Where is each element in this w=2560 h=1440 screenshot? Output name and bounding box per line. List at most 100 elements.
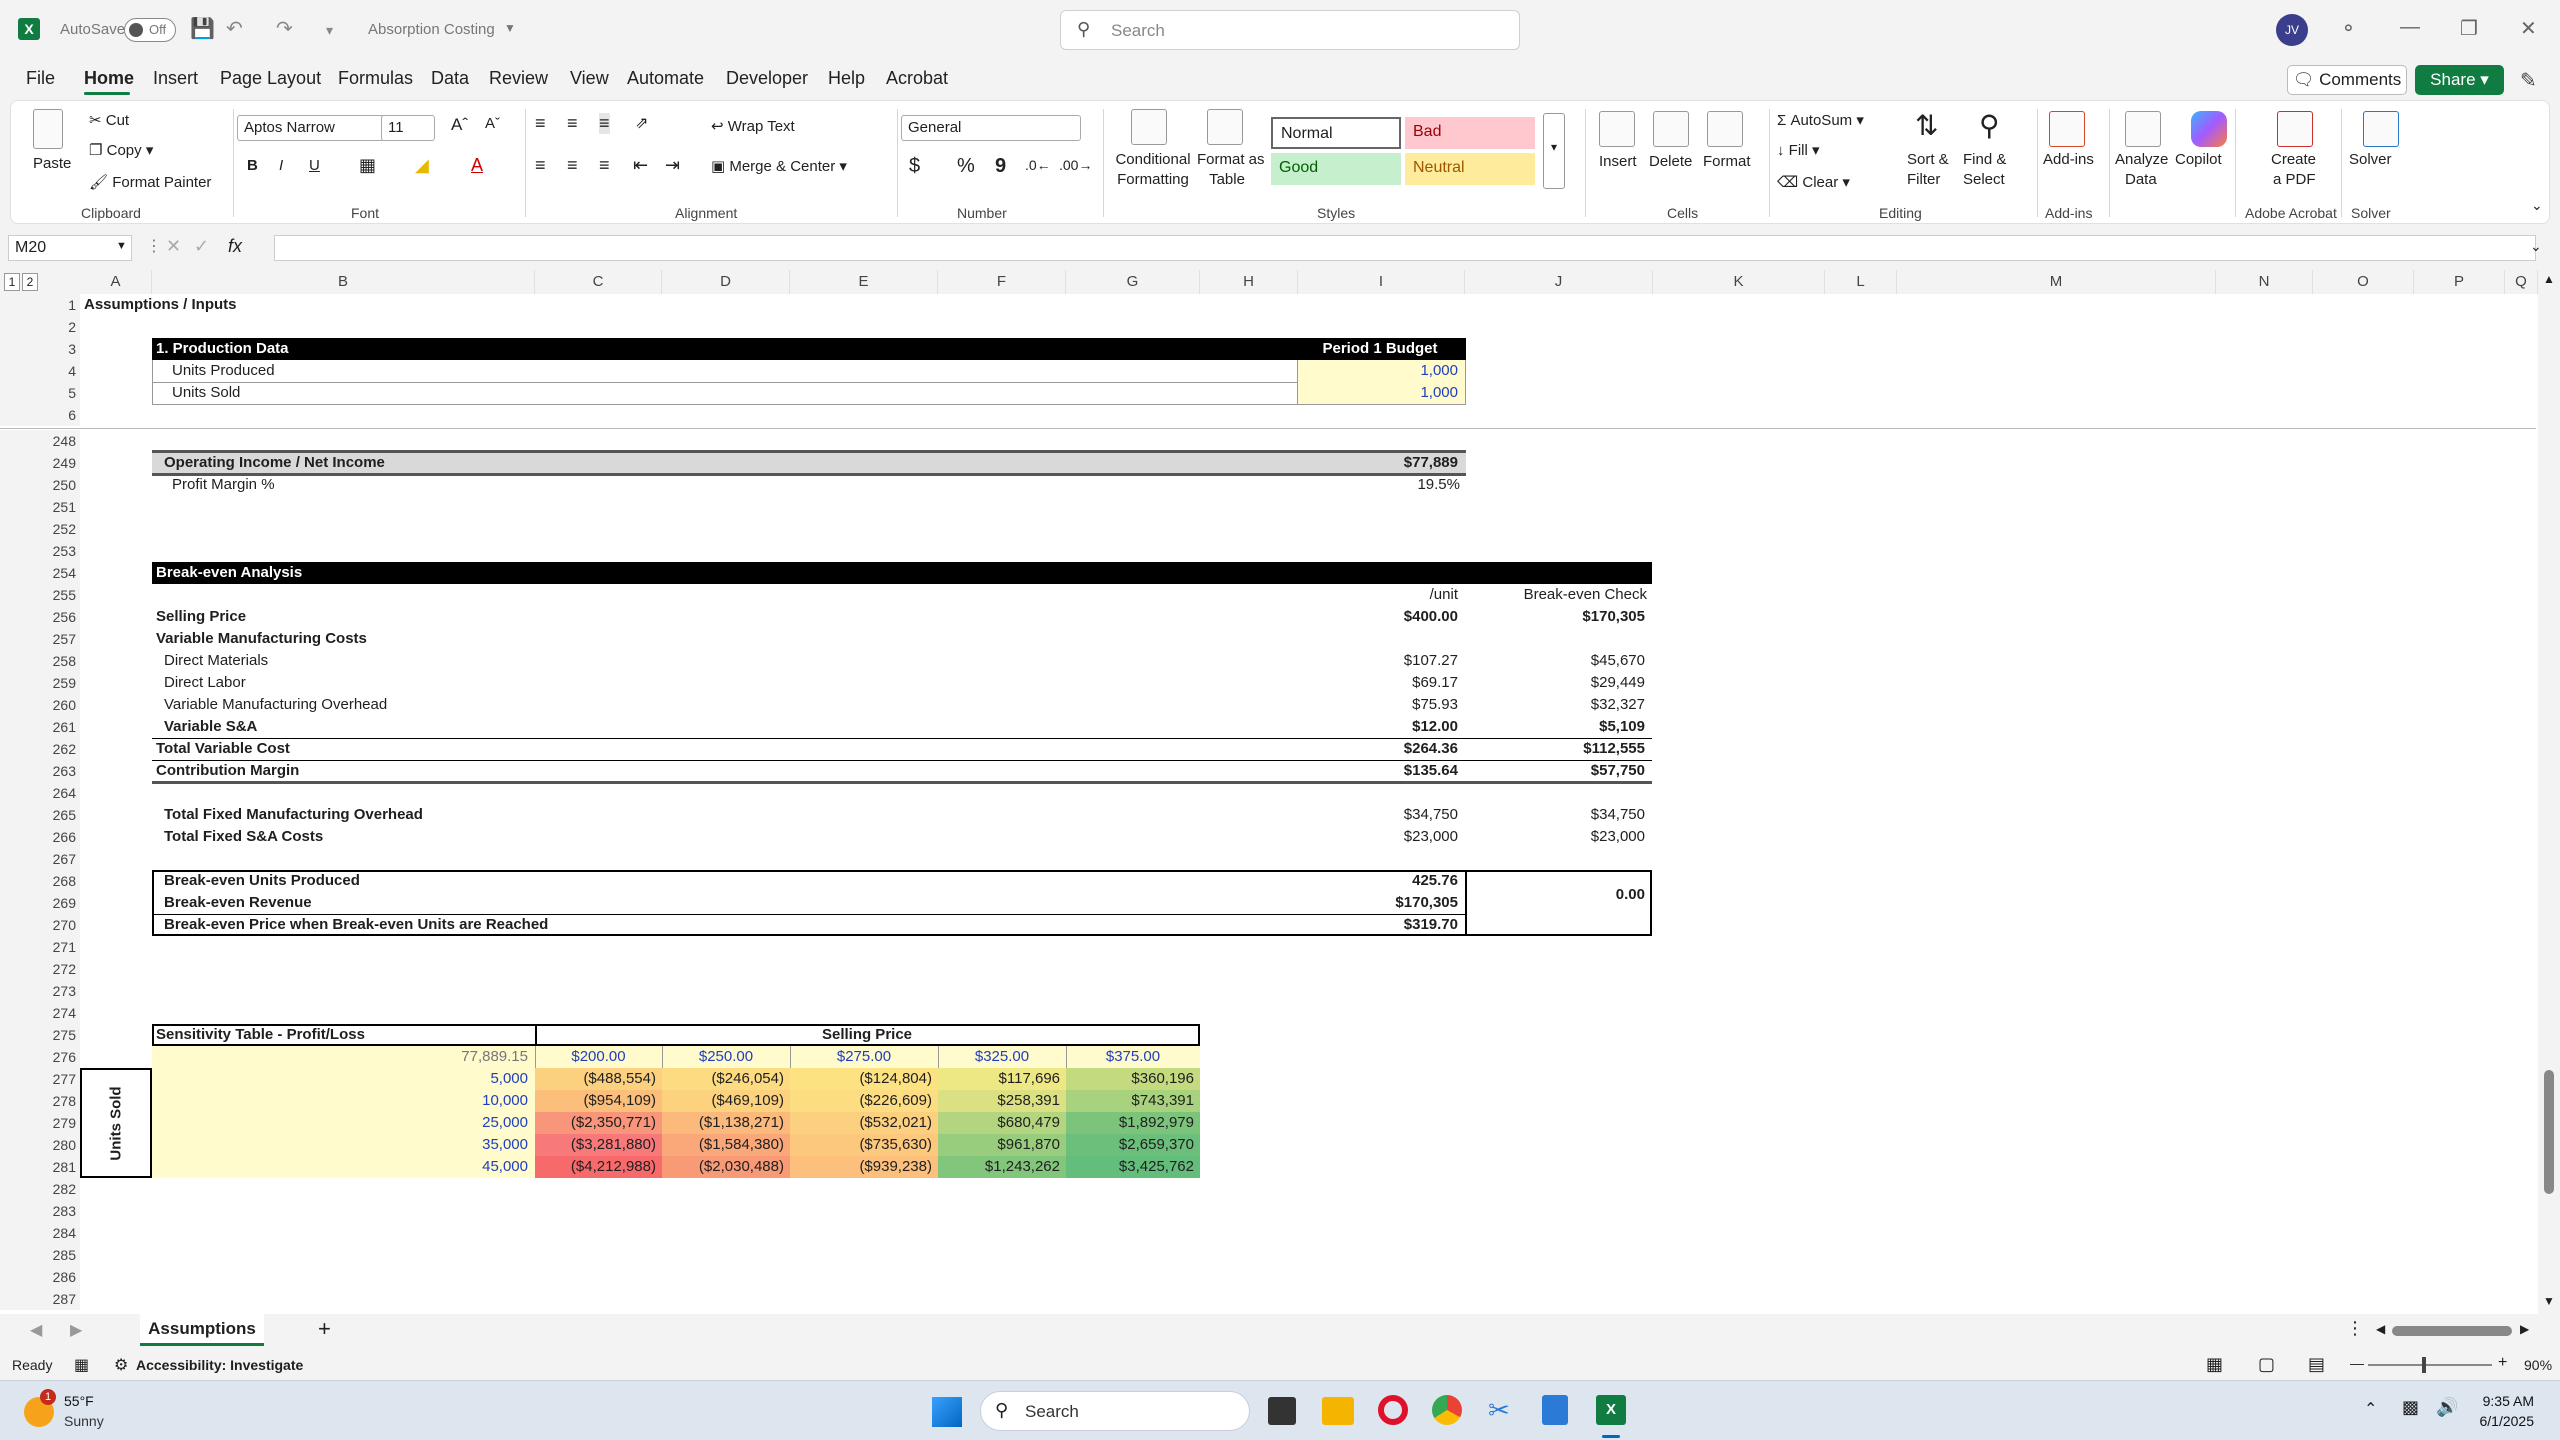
row-header[interactable]: 253 — [0, 540, 80, 562]
column-header-j[interactable]: J — [1465, 270, 1653, 294]
format-as-table-icon[interactable] — [1207, 109, 1243, 145]
breakeven-revenue-label[interactable]: Break-even Revenue — [164, 892, 764, 914]
format-cells-button[interactable]: Format — [1703, 153, 1751, 170]
sheet-tab-assumptions[interactable]: Assumptions — [140, 1314, 264, 1346]
comma-style-button[interactable]: 9 — [995, 155, 1006, 178]
column-header-g[interactable]: G — [1066, 270, 1200, 294]
units-sold-value[interactable]: 35,000 — [152, 1134, 528, 1156]
selling-price-header[interactable]: Selling Price — [537, 1024, 1197, 1046]
column-header-n[interactable]: N — [2216, 270, 2313, 294]
breakeven-price-value[interactable]: $319.70 — [1298, 914, 1458, 936]
sensitivity-value[interactable]: ($1,584,380) — [662, 1134, 784, 1156]
column-header-q[interactable]: Q — [2505, 270, 2538, 294]
windows-start-icon[interactable] — [932, 1397, 962, 1427]
insert-cells-button[interactable]: Insert — [1599, 153, 1637, 170]
percent-button[interactable]: % — [957, 155, 975, 178]
row-header[interactable]: 251 — [0, 496, 80, 518]
breakeven-analysis-header[interactable]: Break-even Analysis — [156, 562, 556, 584]
sensitivity-value[interactable]: ($226,609) — [790, 1090, 932, 1112]
sensitivity-value[interactable]: ($1,138,271) — [662, 1112, 784, 1134]
zoom-level[interactable]: 90% — [2524, 1357, 2552, 1373]
breakeven-row-unit[interactable]: $264.36 — [1298, 738, 1458, 760]
column-header-b[interactable]: B — [152, 270, 535, 294]
horizontal-scroll-thumb[interactable] — [2392, 1326, 2512, 1336]
weather-condition[interactable]: Sunny — [64, 1413, 104, 1429]
row-header[interactable]: 262 — [0, 738, 80, 760]
snipping-tool-icon[interactable]: ✂ — [1488, 1395, 1510, 1426]
analyze-data-button[interactable]: Analyze — [2115, 151, 2168, 168]
zoom-slider[interactable] — [2368, 1364, 2492, 1366]
accessibility-status[interactable]: Accessibility: Investigate — [136, 1357, 303, 1373]
increase-decimal-icon[interactable]: .0← — [1025, 157, 1051, 173]
wrap-text-button[interactable]: ↩ Wrap Text — [711, 117, 795, 135]
sensitivity-value[interactable]: $1,892,979 — [1066, 1112, 1194, 1134]
sensitivity-value[interactable]: ($124,804) — [790, 1068, 932, 1090]
breakeven-row-check[interactable]: $32,327 — [1465, 694, 1645, 716]
user-avatar[interactable]: JV — [2276, 14, 2308, 46]
row-header[interactable]: 270 — [0, 914, 80, 936]
row-header[interactable]: 287 — [0, 1288, 80, 1310]
row-header[interactable]: 271 — [0, 936, 80, 958]
search-box[interactable]: ⚲ Search — [1060, 10, 1520, 50]
task-view-icon[interactable] — [1268, 1397, 1296, 1425]
sheet-options-icon[interactable]: ⋮ — [2346, 1318, 2364, 1339]
sensitivity-value[interactable]: ($3,281,880) — [535, 1134, 656, 1156]
fixed-sa-check[interactable]: $23,000 — [1465, 826, 1645, 848]
paste-button[interactable]: Paste — [33, 155, 71, 172]
breakeven-units-value[interactable]: 425.76 — [1298, 870, 1458, 892]
sensitivity-value[interactable]: ($469,109) — [662, 1090, 784, 1112]
price-point-header[interactable]: $325.00 — [938, 1046, 1066, 1068]
breakeven-row-label[interactable]: Total Variable Cost — [156, 738, 756, 760]
sensitivity-value[interactable]: ($2,350,771) — [535, 1112, 656, 1134]
per-unit-header[interactable]: /unit — [1298, 584, 1458, 606]
customize-qat-icon[interactable]: ▾ — [326, 22, 333, 39]
units-produced-label[interactable]: Units Produced — [172, 360, 572, 382]
create-pdf-button[interactable]: Create — [2271, 151, 2316, 168]
price-point-header[interactable]: $375.00 — [1066, 1046, 1200, 1068]
display-icon[interactable]: ▩ — [2402, 1397, 2419, 1418]
cut-button[interactable]: ✂ Cut — [89, 111, 129, 129]
vertical-scroll-thumb[interactable] — [2544, 1070, 2554, 1194]
insert-function-icon[interactable]: fx — [228, 236, 242, 257]
operating-income-value[interactable]: $77,889 — [1298, 452, 1458, 474]
units-produced-input[interactable]: 1,000 — [1298, 360, 1458, 382]
prev-sheet-icon[interactable]: ◀ — [30, 1320, 42, 1340]
increase-font-icon[interactable]: Aˆ — [451, 115, 468, 135]
column-header-m[interactable]: M — [1897, 270, 2216, 294]
row-header[interactable]: 268 — [0, 870, 80, 892]
units-sold-input[interactable]: 1,000 — [1298, 382, 1458, 404]
row-header[interactable]: 5 — [0, 382, 80, 404]
italic-button[interactable]: I — [279, 157, 283, 174]
page-break-view-icon[interactable]: ▤ — [2308, 1354, 2325, 1375]
bold-button[interactable]: B — [247, 157, 258, 174]
production-data-header[interactable]: 1. Production Data — [156, 338, 556, 360]
page-layout-view-icon[interactable]: ▢ — [2258, 1354, 2275, 1375]
fill-button[interactable]: ↓ Fill ▾ — [1777, 141, 1820, 159]
column-header-o[interactable]: O — [2313, 270, 2414, 294]
breakeven-row-check[interactable]: $170,305 — [1465, 606, 1645, 628]
period-1-budget-header[interactable]: Period 1 Budget — [1298, 338, 1462, 360]
currency-button[interactable]: $ — [909, 155, 920, 178]
column-header-l[interactable]: L — [1825, 270, 1897, 294]
conditional-formatting-button[interactable]: Conditional — [1107, 151, 1199, 168]
row-header[interactable]: 267 — [0, 848, 80, 870]
column-header-i[interactable]: I — [1298, 270, 1465, 294]
scroll-down-icon[interactable]: ▼ — [2543, 1294, 2555, 1308]
breakeven-row-unit[interactable]: $75.93 — [1298, 694, 1458, 716]
breakeven-row-label[interactable]: Contribution Margin — [156, 760, 756, 782]
formula-input[interactable] — [274, 235, 2536, 261]
row-header[interactable]: 250 — [0, 474, 80, 496]
row-header[interactable]: 265 — [0, 804, 80, 826]
style-bad[interactable]: Bad — [1405, 117, 1535, 149]
cancel-formula-icon[interactable]: ✕ — [166, 236, 181, 257]
decrease-indent-icon[interactable]: ⇤ — [633, 155, 648, 176]
tab-insert[interactable]: Insert — [153, 68, 198, 89]
font-size-select[interactable]: 11 — [381, 115, 435, 141]
units-sold-value[interactable]: 5,000 — [152, 1068, 528, 1090]
sensitivity-value[interactable]: ($488,554) — [535, 1068, 656, 1090]
sheet-title[interactable]: Assumptions / Inputs — [84, 294, 484, 316]
autosum-button[interactable]: Σ AutoSum ▾ — [1777, 111, 1864, 129]
style-good[interactable]: Good — [1271, 153, 1401, 185]
row-header[interactable]: 280 — [0, 1134, 80, 1156]
tab-review[interactable]: Review — [489, 68, 548, 89]
